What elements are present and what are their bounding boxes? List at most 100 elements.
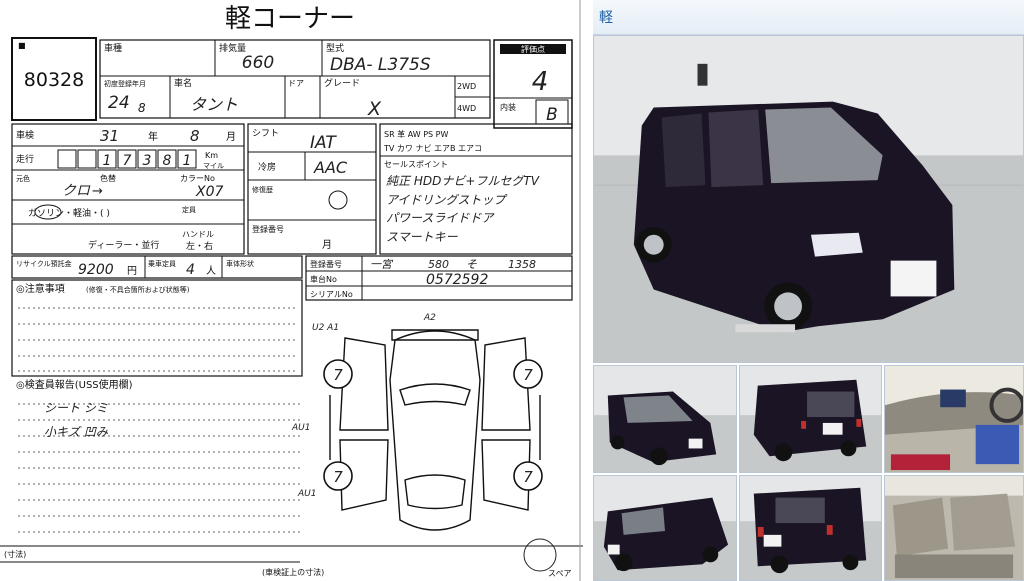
- photo-gallery: 軽: [593, 0, 1024, 581]
- options-row-1: SR 革 AW PS PW: [384, 129, 448, 139]
- auction-sheet-drawing: 軽コーナー ■ 80328 車種 排気量 型式 初度登録年月 車名 ドア グレー…: [0, 0, 583, 581]
- thumbnail-image: [740, 476, 881, 580]
- thumbnail-front-left[interactable]: [593, 365, 737, 473]
- label-month-unit-2: 月: [322, 239, 332, 251]
- label-score: 評価点: [521, 44, 545, 54]
- label-serial: シリアルNo: [310, 290, 353, 299]
- tire-mark: 7: [333, 468, 343, 486]
- label-inspection: 車検: [16, 129, 34, 141]
- label-month-unit: 月: [226, 131, 236, 143]
- label-km: Km: [205, 151, 218, 160]
- sheet-title: 軽コーナー: [225, 4, 355, 34]
- value-handle: 左・右: [186, 240, 213, 252]
- thumbnail-image: [885, 476, 1023, 580]
- label-grade: グレード: [324, 77, 360, 89]
- value-displacement: 660: [242, 53, 274, 73]
- thumbnail-image: [885, 366, 1023, 472]
- label-model-code: 型式: [326, 42, 344, 54]
- mileage-digit: 1: [183, 153, 192, 169]
- mileage-digit: 3: [143, 153, 152, 169]
- thumbnail-image: [594, 366, 736, 472]
- mileage-digit: 7: [123, 153, 132, 169]
- value-inspection-year: 31: [100, 127, 119, 145]
- label-vehicle-type: 車体形状: [226, 259, 254, 268]
- thumbnail-image: [740, 366, 881, 472]
- auction-sheet: 軽コーナー ■ 80328 車種 排気量 型式 初度登録年月 車名 ドア グレー…: [0, 0, 583, 581]
- value-reg-c: そ: [466, 258, 477, 271]
- thumbnail-rear-seats[interactable]: [884, 475, 1024, 581]
- thumbnail-image: [594, 476, 736, 580]
- gallery-header: 軽: [593, 0, 1024, 35]
- thumbnail-rear[interactable]: [739, 475, 882, 581]
- value-shift: IAT: [310, 133, 337, 153]
- value-capacity: 4: [186, 262, 195, 278]
- label-handle: ハンドル: [182, 230, 214, 239]
- label-doors: ドア: [288, 79, 304, 88]
- main-photo[interactable]: [593, 35, 1024, 363]
- value-color-orig: クロ: [62, 183, 91, 199]
- label-capacity: 乗車定員: [148, 259, 176, 268]
- tire-mark: 7: [333, 366, 343, 384]
- thumbnail-side-left[interactable]: [593, 475, 737, 581]
- gallery-title: 軽: [599, 10, 613, 26]
- value-recycle: 9200: [78, 262, 114, 278]
- label-import: ディーラー・並行: [88, 239, 159, 251]
- thumbnail-rear-right[interactable]: [739, 365, 882, 473]
- damage-tag: AU1: [291, 423, 310, 433]
- label-notes-sub: (修復・不具合箇所および状態等): [86, 285, 190, 294]
- label-reg-no-2: 登録番号: [310, 259, 342, 269]
- value-inspection-month: 8: [190, 127, 200, 145]
- label-history: 修復歴: [252, 185, 273, 194]
- damage-tag: A2: [423, 313, 436, 323]
- tire-mark: 7: [523, 366, 533, 384]
- label-recycle: リサイクル預託金: [16, 259, 72, 268]
- options-row-2: TV カワ ナビ エアB エアコ: [383, 144, 482, 153]
- label-notes: ◎注意事項: [16, 282, 65, 295]
- value-reg-a: 一宮: [370, 258, 394, 271]
- label-capacity-unit: 人: [206, 265, 216, 277]
- label-2wd: 2WD: [457, 82, 476, 91]
- value-color-arrow: →: [92, 184, 103, 199]
- tire-mark: 7: [523, 468, 533, 486]
- label-year-unit: 年: [148, 130, 158, 143]
- thumbnail-interior-dash[interactable]: [884, 365, 1024, 473]
- sale-point: アイドリングストップ: [386, 193, 508, 207]
- label-reg-no: 登録番号: [252, 224, 284, 234]
- value-interior: B: [546, 105, 558, 125]
- value-reg-month: 8: [138, 101, 146, 115]
- damage-tag: U2 A1: [312, 323, 339, 333]
- label-reg-year: 初度登録年月: [104, 79, 146, 88]
- main-photo-image: [594, 36, 1023, 362]
- value-reg-b: 580: [428, 258, 449, 271]
- mileage-digit: 8: [163, 153, 172, 169]
- value-frame: 0572592: [426, 272, 488, 288]
- sale-point: パワースライドドア: [386, 211, 495, 225]
- value-score: 4: [532, 67, 549, 97]
- value-car-name: タント: [190, 95, 238, 114]
- value-model-code: DBA- L375S: [330, 55, 431, 75]
- inspector-note: シート シミ: [44, 401, 108, 415]
- label-interior: 内装: [500, 102, 516, 112]
- label-seats: 定員: [182, 205, 196, 214]
- mileage-digit: 1: [103, 153, 112, 169]
- label-mileage: 走行: [16, 153, 34, 165]
- label-arrow-note: (車検証上の寸法): [262, 567, 324, 577]
- sale-point: 純正 HDDナビ+フルセグTV: [386, 174, 540, 188]
- label-shift: シフト: [252, 129, 279, 139]
- value-reg-year: 24: [108, 93, 130, 113]
- label-color: 色替: [100, 173, 116, 183]
- label-cooler: 冷房: [258, 161, 276, 173]
- damage-tag: AU1: [297, 489, 316, 499]
- label-mile: マイル: [203, 162, 224, 170]
- sale-point: スマートキー: [386, 230, 459, 244]
- label-4wd: 4WD: [457, 104, 476, 113]
- inspector-note: 小キズ 凹み: [44, 425, 109, 439]
- label-frame: 車台No: [310, 274, 337, 284]
- label-color-no: カラーNo: [180, 174, 215, 183]
- label-recycle-unit: 円: [127, 266, 137, 277]
- label-color-orig: 元色: [16, 174, 30, 183]
- label-dims: (寸法): [4, 549, 26, 559]
- value-cooler: AAC: [313, 158, 348, 177]
- label-spare: スペア: [548, 569, 571, 578]
- value-color-no: X07: [195, 184, 223, 200]
